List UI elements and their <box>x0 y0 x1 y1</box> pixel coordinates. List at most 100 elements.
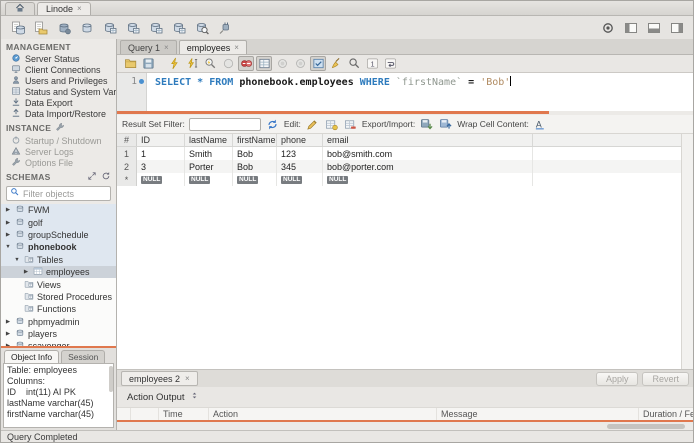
grid-cell[interactable]: NULL <box>323 173 533 186</box>
horizontal-scrollbar[interactable] <box>607 423 685 429</box>
schema-phonebook[interactable]: ▼ phonebook <box>1 241 116 254</box>
nav-data-export[interactable]: Data Export <box>1 97 116 108</box>
create-function-icon[interactable] <box>147 19 164 36</box>
invisible-characters-icon[interactable]: 1 <box>364 56 380 71</box>
grid-cell[interactable]: Bob <box>233 160 277 173</box>
tree-expander-icon[interactable]: ▶ <box>4 232 12 238</box>
nav-status-system-variables[interactable]: Status and System Variables <box>1 86 116 97</box>
apply-button[interactable]: Apply <box>595 371 639 386</box>
column-header-num[interactable]: # <box>117 134 137 146</box>
schema-fwm[interactable]: ▶ FWM <box>1 204 116 217</box>
close-tab-icon[interactable]: × <box>164 43 169 52</box>
wrap-cell-content-icon[interactable]: A <box>533 117 548 132</box>
save-script-icon[interactable] <box>140 56 156 71</box>
result-tab-employees-2[interactable]: employees 2 × <box>121 371 198 386</box>
nav-startup-shutdown[interactable]: Startup / Shutdown <box>1 135 116 146</box>
nav-users-and-privileges[interactable]: Users and Privileges <box>1 75 116 86</box>
column-header-lastName[interactable]: lastName <box>185 134 233 146</box>
table-row[interactable]: 1 1 Smith Bob 123 bob@smith.com <box>117 147 693 160</box>
grid-cell[interactable]: Bob <box>233 147 277 160</box>
commit-icon[interactable] <box>274 56 290 71</box>
schema-players[interactable]: ▶ players <box>1 328 116 340</box>
create-trigger-icon[interactable] <box>170 19 187 36</box>
toggle-stop-on-error-icon[interactable] <box>238 56 254 71</box>
table-employees[interactable]: ▶ employees <box>1 265 116 279</box>
editor-tab-employees[interactable]: employees × <box>178 40 247 54</box>
nav-server-logs[interactable]: Server Logs <box>1 146 116 157</box>
sql-editor[interactable]: 1 SELECT * FROM phonebook.employees WHER… <box>117 73 693 111</box>
placeholder-row[interactable]: * NULL NULL NULL NULL NULL <box>117 173 693 186</box>
import-records-icon[interactable] <box>438 117 453 132</box>
home-tab[interactable] <box>5 2 35 15</box>
connection-tab-linode[interactable]: Linode × <box>37 2 91 15</box>
node-stored-procedures[interactable]: Stored Procedures <box>1 291 116 303</box>
grid-cell[interactable]: Smith <box>185 147 233 160</box>
grid-cell[interactable]: bob@smith.com <box>323 147 533 160</box>
toggle-autocommit-icon[interactable] <box>310 56 326 71</box>
grid-cell[interactable]: NULL <box>233 173 277 186</box>
nav-data-import-restore[interactable]: Data Import/Restore <box>1 108 116 119</box>
create-procedure-icon[interactable] <box>124 19 141 36</box>
create-view-icon[interactable] <box>101 19 118 36</box>
stop-query-icon[interactable] <box>220 56 236 71</box>
refresh-results-icon[interactable] <box>265 117 280 132</box>
column-header-ID[interactable]: ID <box>137 134 185 146</box>
reconnect-dbms-icon[interactable] <box>216 19 233 36</box>
find-icon[interactable] <box>346 56 362 71</box>
grid-cell[interactable]: 2 <box>117 160 137 173</box>
result-grid[interactable]: # ID lastName firstName phone email 1 1 Smith Bo… <box>117 134 693 369</box>
search-table-data-icon[interactable] <box>193 19 210 36</box>
close-result-tab-icon[interactable]: × <box>185 374 190 383</box>
output-selector[interactable]: Action Output <box>123 389 203 405</box>
tree-expander-icon[interactable]: ▶ <box>22 269 30 275</box>
tree-expander-icon[interactable]: ▶ <box>4 207 12 213</box>
tree-expander-icon[interactable]: ▼ <box>4 244 12 250</box>
close-tab-icon[interactable]: × <box>77 5 82 13</box>
grid-cell[interactable]: 1 <box>137 147 185 160</box>
toggle-output-area-icon[interactable] <box>645 19 662 36</box>
rollback-icon[interactable] <box>292 56 308 71</box>
schema-phpmyadmin[interactable]: ▶ phpmyadmin <box>1 316 116 328</box>
create-table-icon[interactable] <box>78 19 95 36</box>
table-row[interactable]: 2 3 Porter Bob 345 bob@porter.com <box>117 160 693 173</box>
grid-cell[interactable]: 123 <box>277 147 323 160</box>
open-file-icon[interactable] <box>122 56 138 71</box>
open-sql-script-icon[interactable] <box>32 19 49 36</box>
schema-golf[interactable]: ▶ golf <box>1 216 116 229</box>
schema-groupschedule[interactable]: ▶ groupSchedule <box>1 228 116 242</box>
column-header-phone[interactable]: phone <box>277 134 323 146</box>
tree-expander-icon[interactable]: ▼ <box>13 257 21 263</box>
tree-expander-icon[interactable]: ▶ <box>4 220 12 226</box>
beautify-script-icon[interactable] <box>328 56 344 71</box>
export-recordset-icon[interactable] <box>419 117 434 132</box>
insert-row-icon[interactable] <box>324 117 339 132</box>
grid-cell[interactable]: Porter <box>185 160 233 173</box>
delete-row-icon[interactable] <box>343 117 358 132</box>
nav-client-connections[interactable]: Client Connections <box>1 64 116 75</box>
column-header-email[interactable]: email <box>323 134 533 146</box>
refresh-schemas-icon[interactable] <box>101 171 111 183</box>
grid-cell[interactable]: 345 <box>277 160 323 173</box>
editor-tab-query-1[interactable]: Query 1 × <box>120 40 177 54</box>
node-functions[interactable]: Functions <box>1 303 116 315</box>
node-views[interactable]: Views <box>1 278 116 290</box>
column-header-firstName[interactable]: firstName <box>233 134 277 146</box>
result-filter-input[interactable] <box>188 117 261 131</box>
revert-button[interactable]: Revert <box>642 371 689 386</box>
tree-expander-icon[interactable]: ▶ <box>4 319 12 325</box>
toggle-left-sidebar-icon[interactable] <box>622 19 639 36</box>
grid-cell[interactable]: 3 <box>137 160 185 173</box>
tree-expander-icon[interactable]: ▶ <box>4 331 12 337</box>
create-schema-icon[interactable] <box>55 19 72 36</box>
edit-record-icon[interactable] <box>305 117 320 132</box>
limit-rows-icon[interactable] <box>256 56 272 71</box>
grid-cell[interactable]: NULL <box>185 173 233 186</box>
schema-filter-input[interactable]: Filter objects <box>6 186 111 201</box>
toggle-right-sidebar-icon[interactable] <box>668 19 685 36</box>
nav-server-status[interactable]: Server Status <box>1 53 116 64</box>
execute-statement-icon[interactable] <box>166 56 182 71</box>
sql-code-line[interactable]: SELECT * FROM phonebook.employees WHERE … <box>147 73 693 111</box>
nav-options-file[interactable]: Options File <box>1 157 116 168</box>
tab-session[interactable]: Session <box>61 350 106 363</box>
tab-object-info[interactable]: Object Info <box>4 350 60 363</box>
